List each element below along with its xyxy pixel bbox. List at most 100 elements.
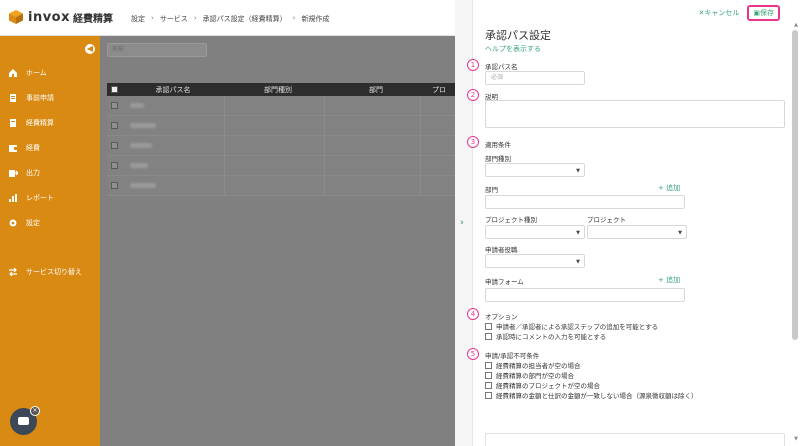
dept-input[interactable] [485,195,685,209]
name-search-input[interactable]: 名前 [107,43,207,57]
project-select[interactable]: ▼ [587,225,687,239]
breadcrumb-item[interactable]: 設定 [131,14,145,24]
option-text: 申請者／承認者による承認ステップの追加を可能とする [496,323,659,331]
approval-steps-area [485,433,785,446]
breadcrumb-separator-icon: › [193,14,197,22]
save-label: 保存 [760,9,774,17]
checkbox[interactable] [485,361,492,369]
home-icon [8,68,18,78]
breadcrumb-item[interactable]: 承認パス設定（経費精算） [203,14,287,24]
column-divider [420,96,421,196]
drawer-scrollbar[interactable] [792,30,798,340]
project-type-select[interactable]: ▼ [485,225,585,239]
row-checkbox[interactable] [111,162,118,169]
logo-cube-icon [8,9,24,25]
sidebar: ◀ ホーム 事前申請 経費精算 経費 出力 レポート 設定 サービス切り替え × [0,36,100,446]
cancel-label: キャンセル [704,9,740,17]
step-marker: 2 [467,89,479,101]
sidebar-item-label: ホーム [26,69,47,77]
row-checkbox[interactable] [111,102,118,109]
sidebar-item-report[interactable]: レポート [0,190,100,206]
sidebar-item-expense[interactable]: 経費 [0,140,100,156]
form-label: 申請フォーム [485,278,524,286]
sidebar-item-label: 事前申請 [26,94,54,102]
skip-conditions-label: 申請/承認不可条件 [485,352,540,360]
sidebar-item-label: 出力 [26,169,40,177]
checkbox[interactable] [485,332,492,340]
add-form-button[interactable]: + 追加 [658,275,680,285]
path-name-label: 承認パス名 [485,63,518,71]
close-badge-icon[interactable]: × [30,406,40,416]
checkbox[interactable] [485,391,492,399]
add-label: 追加 [666,184,681,192]
cancel-button[interactable]: ✕キャンセル [699,8,740,18]
sidebar-item-label: レポート [26,194,54,202]
approval-path-table: 承認パス名 部門種別 部門 プロ [107,83,455,196]
blurred-cell [130,143,152,148]
sidebar-item-service-switch[interactable]: サービス切り替え [0,264,100,280]
applicant-role-select[interactable]: ▼ [485,254,585,268]
column-header: 承認パス名 [155,85,191,94]
main-content-overlay: 名前 承認パス名 部門種別 部門 プロ [100,36,455,446]
table-row[interactable] [107,136,455,156]
select-all-checkbox[interactable] [111,86,118,93]
export-icon [8,168,19,178]
chat-support-button[interactable]: × [10,406,40,435]
project-label: プロジェクト [587,216,626,224]
help-link[interactable]: ヘルプを表示する [485,44,541,54]
option-checkbox-row[interactable]: 承認時にコメントの入力を可能とする [485,331,606,341]
caret-down-icon: ▼ [576,230,580,236]
table-header: 承認パス名 部門種別 部門 プロ [107,83,455,96]
row-checkbox[interactable] [111,142,118,149]
chart-icon [8,193,18,203]
path-name-input[interactable]: 必須 [485,71,585,85]
table-row[interactable] [107,176,455,196]
conditions-label: 適用条件 [485,141,511,149]
checkbox[interactable] [485,381,492,389]
form-input[interactable] [485,288,685,302]
option-text: 承認時にコメントの入力を可能とする [496,333,607,341]
gear-icon [8,218,18,228]
column-divider [224,96,225,196]
logo[interactable]: invox 経費精算 [8,9,113,25]
sidebar-item-export[interactable]: 出力 [0,165,100,181]
description-textarea[interactable] [485,100,785,128]
skip-condition-row[interactable]: 経費精算の担当者が空の場合 [485,360,581,370]
option-checkbox-row[interactable]: 申請者／承認者による承認ステップの追加を可能とする [485,321,658,331]
logo-text: invox [28,9,71,25]
table-row[interactable] [107,96,455,116]
breadcrumb-separator-icon: › [292,14,296,22]
options-label: オプション [485,313,518,321]
add-dept-button[interactable]: + 追加 [658,183,680,193]
skip-condition-row[interactable]: 経費精算の部門が空の場合 [485,370,574,380]
skip-condition-text: 経費精算の部門が空の場合 [496,372,574,380]
skip-condition-row[interactable]: 経費精算の金額と仕訳の金額が一致しない場合（源泉徴収額は除く） [485,390,698,400]
skip-condition-text: 経費精算のプロジェクトが空の場合 [496,382,600,390]
save-button[interactable]: ▣保存 [747,5,780,21]
checkbox[interactable] [485,322,492,330]
scroll-up-icon[interactable]: ▲ [794,22,798,28]
row-checkbox[interactable] [111,182,118,189]
wallet-icon [8,143,18,153]
table-row[interactable] [107,156,455,176]
project-type-label: プロジェクト種別 [485,216,537,224]
sidebar-collapse-arrow-left-icon[interactable]: ◀ [85,44,95,54]
breadcrumb-item[interactable]: サービス [160,14,188,24]
top-header: invox 経費精算 設定 › サービス › 承認パス設定（経費精算） › 新規… [0,0,455,36]
chat-bubble-icon [18,417,29,425]
scroll-down-icon[interactable]: ▼ [794,436,798,442]
skip-condition-row[interactable]: 経費精算のプロジェクトが空の場合 [485,380,600,390]
sidebar-item-expense-report[interactable]: 経費精算 [0,115,100,131]
sidebar-item-settings[interactable]: 設定 [0,215,100,231]
sidebar-item-home[interactable]: ホーム [0,65,100,81]
table-row[interactable] [107,116,455,136]
sidebar-item-pre-application[interactable]: 事前申請 [0,90,100,106]
caret-down-icon: ▼ [576,259,580,265]
checkbox[interactable] [485,371,492,379]
blurred-cell [130,163,148,168]
dept-type-select[interactable]: ▼ [485,163,585,177]
sidebar-item-label: サービス切り替え [26,268,82,276]
row-checkbox[interactable] [111,122,118,129]
sidebar-item-label: 設定 [26,219,40,227]
column-header: 部門 [369,85,383,94]
